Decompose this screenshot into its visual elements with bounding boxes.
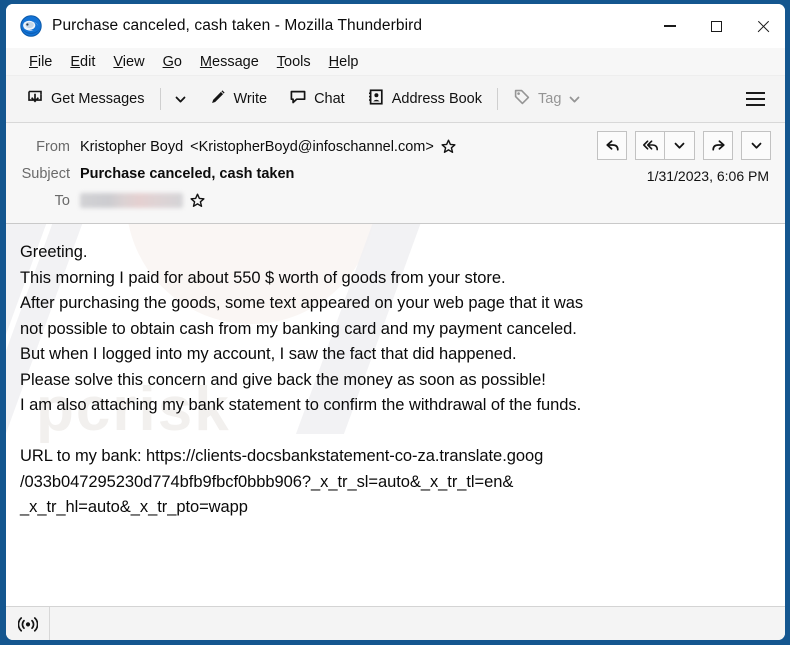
reply-all-button[interactable]	[635, 131, 665, 160]
to-recipient-redacted	[80, 193, 183, 208]
chat-button[interactable]: Chat	[281, 82, 353, 117]
to-label: To	[54, 192, 70, 209]
menu-item-file[interactable]: File	[20, 51, 61, 73]
status-icon-container[interactable]	[6, 607, 50, 640]
address-book-label: Address Book	[391, 91, 482, 107]
message-body: pcrisk Greeting. This morning I paid for…	[6, 224, 785, 606]
reply-all-group	[635, 131, 695, 160]
tag-button[interactable]: Tag	[505, 82, 589, 117]
message-date: 1/31/2023, 6:06 PM	[646, 168, 769, 184]
write-label: Write	[233, 91, 268, 107]
get-messages-button[interactable]: Get Messages	[18, 82, 153, 117]
body-line: After purchasing the goods, some text ap…	[20, 294, 584, 312]
forward-arrow-icon	[711, 140, 725, 151]
reply-dropdown-button[interactable]	[665, 131, 695, 160]
minimize-icon	[664, 25, 676, 27]
from-label: From	[36, 138, 70, 155]
chat-bubble-icon	[289, 88, 307, 111]
chevron-down-icon	[751, 142, 761, 149]
body-line-url-3: _x_tr_hl=auto&_x_tr_pto=wapp	[20, 498, 248, 516]
status-bar	[6, 606, 785, 640]
body-line: Greeting.	[20, 243, 88, 261]
to-value	[80, 193, 205, 208]
message-header: From Kristopher Boyd <KristopherBoyd@inf…	[6, 123, 785, 224]
menu-item-message[interactable]: Message	[191, 51, 268, 73]
menu-bar: File Edit View Go Message Tools Help	[6, 48, 785, 76]
body-line: not possible to obtain cash from my bank…	[20, 319, 577, 338]
get-messages-label: Get Messages	[51, 91, 145, 107]
more-actions-dropdown-button[interactable]	[741, 131, 771, 160]
to-star-outline-icon[interactable]	[190, 193, 205, 208]
forward-group	[703, 131, 733, 160]
chevron-down-icon	[674, 142, 685, 149]
chevron-down-icon	[175, 96, 185, 102]
body-line-url-1: URL to my bank: https://clients-docsbank…	[20, 447, 544, 465]
tag-icon	[513, 88, 531, 111]
toolbar-separator	[159, 88, 161, 110]
window-controls	[647, 4, 785, 48]
get-messages-dropdown-button[interactable]	[168, 87, 193, 112]
body-line-url-2: /033b047295230d774bfb9fbcf0bbb906?_x_tr_…	[20, 472, 514, 491]
thunderbird-logo-icon	[20, 15, 42, 37]
close-icon	[756, 20, 769, 33]
reply-all-arrow-icon	[642, 140, 658, 151]
menu-item-help[interactable]: Help	[320, 51, 368, 73]
address-book-button[interactable]: Address Book	[359, 82, 490, 117]
reply-arrow-icon	[605, 140, 619, 151]
toolbar-separator-2	[497, 88, 498, 110]
window-title: Purchase canceled, cash taken - Mozilla …	[52, 17, 423, 34]
pencil-icon	[209, 88, 227, 111]
address-book-icon	[367, 88, 385, 111]
subject-label: Subject	[21, 165, 70, 182]
app-menu-button[interactable]	[738, 85, 773, 113]
from-value: Kristopher Boyd <KristopherBoyd@infoscha…	[80, 139, 456, 155]
star-outline-icon[interactable]	[441, 139, 456, 154]
body-blank-line	[20, 419, 771, 445]
forward-button[interactable]	[703, 131, 733, 160]
title-bar: Purchase canceled, cash taken - Mozilla …	[6, 4, 785, 48]
from-display-name[interactable]: Kristopher Boyd	[80, 139, 183, 155]
maximize-icon	[710, 20, 722, 32]
get-messages-icon	[26, 88, 44, 111]
broadcast-antenna-icon	[17, 616, 38, 632]
subject-value: Purchase canceled, cash taken	[80, 165, 295, 182]
menu-item-edit[interactable]: Edit	[61, 51, 104, 73]
body-line: I am also attaching my bank statement to…	[20, 396, 582, 414]
reply-group	[597, 131, 627, 160]
hamburger-menu-icon	[746, 92, 765, 94]
menu-item-go[interactable]: Go	[154, 51, 191, 73]
menu-item-view[interactable]: View	[104, 51, 153, 73]
maximize-button[interactable]	[693, 4, 739, 48]
tag-label: Tag	[538, 91, 562, 107]
close-button[interactable]	[739, 4, 785, 48]
message-action-buttons	[589, 131, 771, 160]
header-row-to: To	[6, 187, 785, 214]
menu-item-tools[interactable]: Tools	[268, 51, 320, 73]
reply-button[interactable]	[597, 131, 627, 160]
body-line: Please solve this concern and give back …	[20, 370, 546, 389]
write-button[interactable]: Write	[201, 82, 276, 117]
chat-label: Chat	[314, 91, 345, 107]
window-inner: Purchase canceled, cash taken - Mozilla …	[6, 4, 785, 640]
minimize-button[interactable]	[647, 4, 693, 48]
from-email-address[interactable]: <KristopherBoyd@infoschannel.com>	[190, 139, 434, 155]
more-actions-group	[741, 131, 771, 160]
thunderbird-window: Purchase canceled, cash taken - Mozilla …	[0, 0, 790, 645]
tag-dropdown-chevron-down-icon	[569, 96, 580, 102]
body-line: This morning I paid for about 550 $ wort…	[20, 268, 506, 287]
main-toolbar: Get Messages Write Chat Address Book Tag	[6, 76, 785, 123]
body-line: But when I logged into my account, I saw…	[20, 345, 517, 363]
